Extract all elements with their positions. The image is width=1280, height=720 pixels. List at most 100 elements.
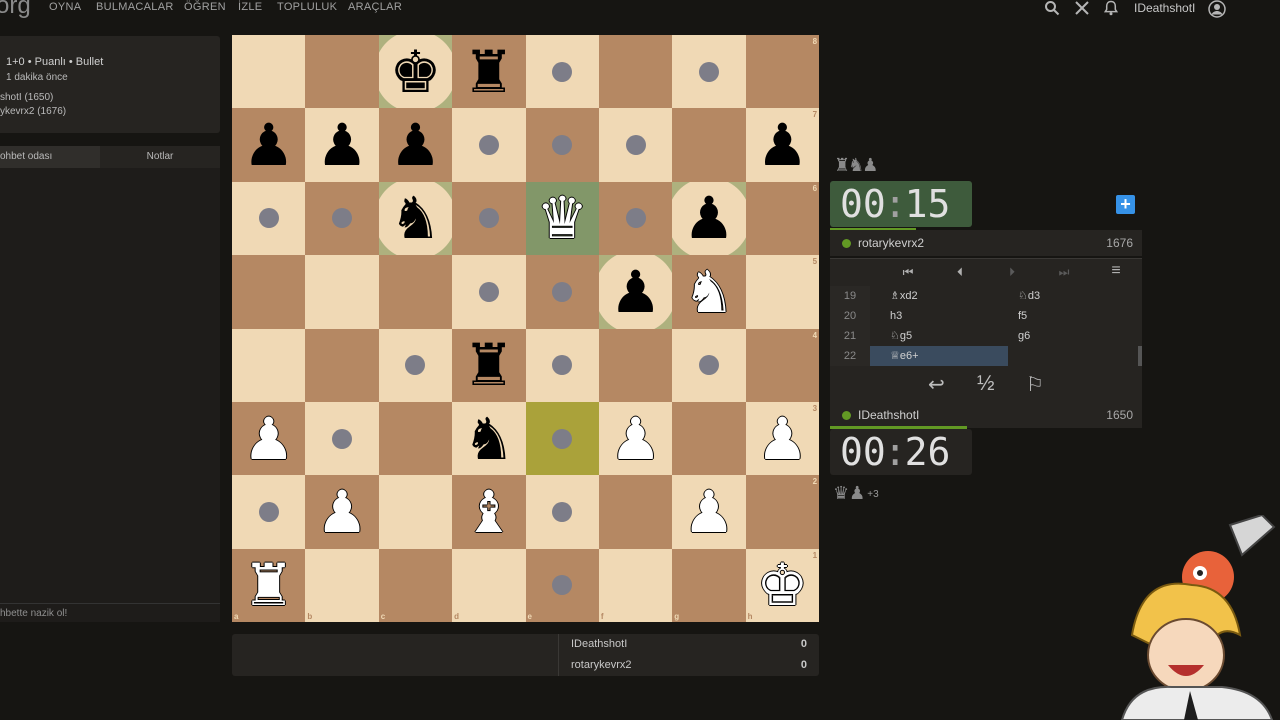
last-move-button[interactable]: ⏭ xyxy=(1052,265,1076,281)
menu-icon[interactable]: ≡ xyxy=(1104,262,1128,279)
move-black[interactable]: ♘d3 xyxy=(1008,286,1138,306)
square-e4[interactable] xyxy=(525,328,599,402)
offer-draw-button[interactable]: ½ xyxy=(977,372,995,396)
black-pawn-c7[interactable]: ♟ xyxy=(379,108,452,181)
black-pawn-g6[interactable]: ♟ xyxy=(672,182,745,255)
crosstable-name[interactable]: rotarykevrx2 xyxy=(571,659,632,671)
previous-move-button[interactable]: ⏴ xyxy=(948,265,972,281)
black-player-entry[interactable]: ykevrx2 (1676) xyxy=(0,106,66,117)
legal-move-dot[interactable] xyxy=(625,208,646,229)
legal-move-dot[interactable] xyxy=(478,208,499,229)
square-f6[interactable] xyxy=(598,181,673,256)
user-menu-name[interactable]: IDeathshotI xyxy=(1134,1,1195,15)
nav-puzzles[interactable]: BULMACALAR xyxy=(96,1,174,13)
square-d3[interactable]: ♞ xyxy=(452,401,526,476)
square-e8[interactable] xyxy=(525,35,599,109)
square-d8[interactable]: ♜ xyxy=(452,35,526,109)
square-h8[interactable]: 8 xyxy=(745,35,820,109)
square-d7[interactable] xyxy=(452,108,526,182)
square-f8[interactable] xyxy=(598,35,673,109)
first-move-button[interactable]: ⏮ xyxy=(896,265,920,281)
legal-move-dot[interactable] xyxy=(625,135,646,156)
site-logo[interactable]: org xyxy=(0,0,31,20)
legal-move-dot[interactable] xyxy=(552,135,573,156)
white-pawn-f3[interactable]: ♟ xyxy=(599,402,672,475)
square-f3[interactable]: ♟ xyxy=(598,401,673,476)
square-b2[interactable]: ♟ xyxy=(305,475,379,549)
move-white[interactable]: ♘g5 xyxy=(870,326,1008,346)
square-e1[interactable]: e xyxy=(525,548,599,623)
square-b7[interactable]: ♟ xyxy=(305,108,379,182)
white-queen-e6[interactable]: ♛ xyxy=(526,182,599,255)
resign-button[interactable]: ⚐ xyxy=(1026,372,1044,397)
move-black[interactable]: f5 xyxy=(1008,306,1138,326)
square-e3[interactable] xyxy=(525,401,599,476)
nav-watch[interactable]: İZLE xyxy=(238,1,262,13)
legal-move-dot[interactable] xyxy=(552,281,573,302)
white-player-entry[interactable]: shotI (1650) xyxy=(0,92,53,103)
nav-learn[interactable]: ÖĞREN xyxy=(184,1,226,13)
square-h6[interactable]: 6 xyxy=(745,181,820,256)
square-c2[interactable] xyxy=(378,475,453,549)
square-a1[interactable]: ♜ a xyxy=(232,548,306,623)
square-h2[interactable]: 2 xyxy=(745,475,820,549)
square-c1[interactable]: c xyxy=(378,548,453,623)
black-pawn-f5[interactable]: ♟ xyxy=(599,255,672,328)
square-g5[interactable]: ♞ xyxy=(672,255,746,329)
legal-move-dot[interactable] xyxy=(405,355,426,376)
search-icon[interactable] xyxy=(1044,0,1060,16)
square-a5[interactable] xyxy=(232,255,306,329)
tab-chat-room[interactable]: ohbet odası xyxy=(0,146,100,168)
square-g8[interactable] xyxy=(672,35,746,109)
black-rook-d4[interactable]: ♜ xyxy=(452,329,525,402)
square-a6[interactable] xyxy=(232,181,306,256)
square-f7[interactable] xyxy=(598,108,673,182)
square-e2[interactable] xyxy=(525,475,599,549)
square-g6[interactable]: ♟ xyxy=(672,181,746,256)
square-g3[interactable] xyxy=(672,401,746,476)
white-pawn-h3[interactable]: ♟ xyxy=(746,402,819,475)
square-a4[interactable] xyxy=(232,328,306,402)
move-black[interactable] xyxy=(1008,346,1138,366)
move-list-scrollbar[interactable] xyxy=(1138,346,1142,366)
square-c6[interactable]: ♞ xyxy=(378,181,453,256)
legal-move-dot[interactable] xyxy=(552,575,573,596)
square-g1[interactable]: g xyxy=(672,548,746,623)
square-d6[interactable] xyxy=(452,181,526,256)
square-a7[interactable]: ♟ xyxy=(232,108,306,182)
black-pawn-a7[interactable]: ♟ xyxy=(232,108,305,181)
white-rook-a1[interactable]: ♜ xyxy=(232,549,305,622)
add-time-button[interactable]: + xyxy=(1116,195,1135,214)
legal-move-dot[interactable] xyxy=(332,428,353,449)
move-black[interactable]: g6 xyxy=(1008,326,1138,346)
legal-move-dot[interactable] xyxy=(552,428,573,449)
square-b5[interactable] xyxy=(305,255,379,329)
square-b4[interactable] xyxy=(305,328,379,402)
white-pawn-a3[interactable]: ♟ xyxy=(232,402,305,475)
black-pawn-h7[interactable]: ♟ xyxy=(746,108,819,181)
square-d5[interactable] xyxy=(452,255,526,329)
tab-notes[interactable]: Notlar xyxy=(100,146,220,168)
black-rook-d8[interactable]: ♜ xyxy=(452,35,525,108)
crosstable-name[interactable]: IDeathshotI xyxy=(571,638,627,650)
square-e5[interactable] xyxy=(525,255,599,329)
square-a2[interactable] xyxy=(232,475,306,549)
legal-move-dot[interactable] xyxy=(478,281,499,302)
white-knight-g5[interactable]: ♞ xyxy=(672,255,745,328)
square-h7[interactable]: ♟ 7 xyxy=(745,108,820,182)
square-h4[interactable]: 4 xyxy=(745,328,820,402)
square-f5[interactable]: ♟ xyxy=(598,255,673,329)
legal-move-dot[interactable] xyxy=(552,61,573,82)
nav-tools[interactable]: ARAÇLAR xyxy=(348,1,402,13)
legal-move-dot[interactable] xyxy=(698,61,719,82)
square-d2[interactable]: ♝ xyxy=(452,475,526,549)
white-pawn-b2[interactable]: ♟ xyxy=(305,475,378,548)
white-bishop-d2[interactable]: ♝ xyxy=(452,475,525,548)
move-white[interactable]: h3 xyxy=(870,306,1008,326)
white-king-h1[interactable]: ♚ xyxy=(746,549,819,622)
square-h1[interactable]: ♚ 1 h xyxy=(745,548,820,623)
square-f1[interactable]: f xyxy=(598,548,673,623)
square-e6[interactable]: ♛ xyxy=(525,181,599,256)
square-d1[interactable]: d xyxy=(452,548,526,623)
opponent-name[interactable]: rotarykevrx2 xyxy=(858,236,924,250)
